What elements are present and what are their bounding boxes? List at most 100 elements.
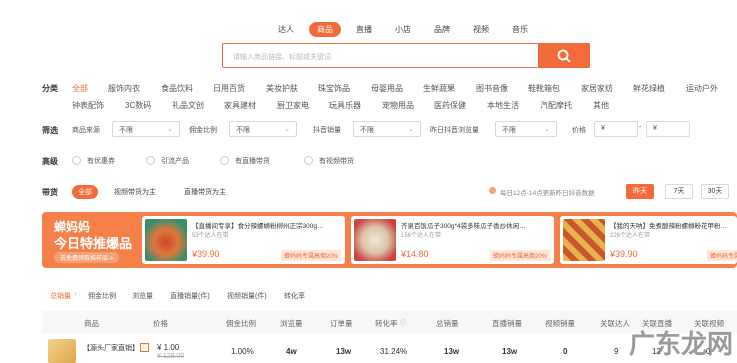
sort-tab-views[interactable]: 浏览量	[132, 291, 153, 301]
col-kol[interactable]: 关联达人	[600, 318, 630, 329]
nav-tab-daren[interactable]: 达人	[270, 22, 302, 37]
advanced-label: 高级	[42, 157, 58, 166]
search-input[interactable]: 请输入商品链接、标题或关键词	[233, 52, 331, 62]
category-all[interactable]: 全部	[72, 83, 88, 94]
category-item[interactable]: 钟表配饰	[72, 100, 104, 111]
cell-commission: 1.00%	[231, 347, 254, 356]
promo-card[interactable]: 齐泉百饭瓜子300g*4袋多味瓜子香炒休闲… 156个达人在带 ¥14.80 蝉…	[351, 216, 554, 264]
category-item[interactable]: 其他	[593, 100, 609, 111]
chevron-down-icon: ⌄	[284, 126, 290, 133]
cell-conversion: 31.24%	[380, 347, 408, 356]
col-live-sales[interactable]: 直播销量	[492, 318, 522, 329]
promo-card-kol-count: 53个达人在带	[192, 233, 229, 239]
product-image	[563, 219, 605, 261]
category-item[interactable]: 家具建材	[224, 100, 256, 111]
promo-card-title: 【我的天呐】免煮酸辣粉螺蛳粉花甲粉…	[610, 223, 727, 230]
nav-tab-music[interactable]: 音乐	[504, 22, 536, 37]
search-icon	[557, 49, 571, 62]
nav-tab-shop[interactable]: 小店	[387, 22, 419, 37]
video-goods-checkbox[interactable]	[304, 156, 313, 165]
price-separator: -	[639, 124, 642, 131]
commission-select[interactable]: 不限 ⌄	[229, 121, 297, 137]
category-item[interactable]: 生鲜蔬果	[423, 83, 455, 94]
cell-total-sales: 13w	[444, 347, 460, 356]
nav-tab-brand[interactable]: 品牌	[426, 22, 458, 37]
douyin-sales-select[interactable]: 不限 ⌄	[353, 121, 421, 137]
category-item[interactable]: 玩具乐器	[329, 100, 361, 111]
col-conversion[interactable]: 转化率	[375, 318, 398, 329]
col-commission[interactable]: 佣金比例	[226, 318, 256, 329]
product-thumbnail[interactable]	[48, 339, 76, 363]
category-item[interactable]: 日用百货	[213, 83, 245, 94]
col-total-sales[interactable]: 总销量	[436, 318, 459, 329]
banner-link[interactable]: 去免费领取推样品 >	[54, 252, 120, 263]
goods-tag-live[interactable]: 直播带货为主	[178, 185, 232, 199]
goods-tag-all[interactable]: 全部	[72, 185, 98, 199]
price-max-input[interactable]: ¥	[646, 121, 690, 137]
nav-tab-video[interactable]: 视频	[465, 22, 497, 37]
category-item[interactable]: 食品饮料	[161, 83, 193, 94]
top-nav: 达人 商品 直播 小店 品牌 视频 音乐	[270, 22, 543, 37]
live-goods-checkbox[interactable]	[220, 156, 229, 165]
promo-card-price: ¥14.80	[401, 249, 429, 259]
source-label: 商品来源	[72, 127, 100, 134]
promo-card-kol-count: 156个达人在带	[401, 233, 442, 239]
category-item[interactable]: 母婴用品	[371, 83, 403, 94]
category-item[interactable]: 服饰内衣	[108, 83, 140, 94]
product-title[interactable]: 【源头厂家直销】德蒙精…	[83, 343, 139, 354]
product-image	[354, 219, 396, 261]
promo-card-price: ¥39.90	[610, 249, 638, 259]
product-original-price: ¥ 129.00	[157, 353, 185, 360]
video-goods-option-label: 有视频带货	[319, 158, 354, 165]
sort-tab-conversion[interactable]: 转化率	[284, 291, 305, 301]
day-7-button[interactable]: 7天	[665, 184, 693, 199]
source-select[interactable]: 不限 ⌄	[112, 121, 180, 137]
promo-card-badge: 蝉妈妈专属高佣20%	[489, 250, 550, 261]
sort-down-icon: ↓	[74, 291, 77, 297]
promo-card[interactable]: 【我的天呐】免煮酸辣粉螺蛳粉花甲粉… 226个达人在带 ¥39.90 蝉妈妈专属…	[560, 216, 737, 264]
category-item[interactable]: 图书音像	[476, 83, 508, 94]
sort-tab-commission[interactable]: 佣金比例	[88, 291, 116, 301]
category-item[interactable]: 鞋靴箱包	[528, 83, 560, 94]
traffic-checkbox[interactable]	[146, 156, 155, 165]
search-button[interactable]	[538, 43, 590, 68]
category-item[interactable]: 汽配摩托	[540, 100, 572, 111]
col-views[interactable]: 浏览量	[280, 318, 303, 329]
category-item[interactable]: 宠物用品	[382, 100, 414, 111]
category-item[interactable]: 珠宝饰品	[318, 83, 350, 94]
category-item[interactable]: 运动户外	[686, 83, 718, 94]
category-item[interactable]: 医药保健	[434, 100, 466, 111]
category-item[interactable]: 家居家纺	[581, 83, 613, 94]
product-price: ¥ 1.00	[157, 343, 180, 352]
price-min-input[interactable]: ¥	[594, 121, 638, 137]
commission-value: 不限	[236, 127, 250, 134]
col-orders[interactable]: 订单量	[330, 318, 353, 329]
help-icon: ⓘ	[400, 321, 407, 327]
day-30-button[interactable]: 30天	[701, 184, 729, 199]
category-item[interactable]: 3C数码	[125, 100, 151, 111]
goods-tag-video[interactable]: 视频带货为主	[108, 185, 162, 199]
sort-tab-total-sales[interactable]: 总销量	[50, 291, 71, 301]
category-item[interactable]: 礼品文创	[172, 100, 204, 111]
promo-card[interactable]: 【直播间专享】食分辣螺蛳粉柳州正宗300g… 53个达人在带 ¥39.90 蝉妈…	[142, 216, 345, 264]
nav-tab-goods[interactable]: 商品	[309, 22, 341, 37]
yesterday-views-select[interactable]: 不限 ⌄	[495, 121, 557, 137]
promo-card-title: 齐泉百饭瓜子300g*4袋多味瓜子香炒休闲…	[401, 223, 526, 230]
sort-tab-video-sales[interactable]: 视频销量(件)	[227, 291, 267, 301]
search-box[interactable]: 请输入商品链接、标题或关键词	[222, 43, 590, 68]
coupon-option-label: 有优惠券	[87, 158, 115, 165]
cell-views: 4w	[286, 347, 297, 356]
promo-card-title: 【直播间专享】食分辣螺蛳粉柳州正宗300g…	[192, 223, 324, 230]
day-yesterday-button[interactable]: 昨天	[626, 184, 654, 199]
yesterday-views-label: 昨日抖音浏览量	[430, 127, 479, 134]
category-item[interactable]: 美妆护肤	[266, 83, 298, 94]
category-item[interactable]: 鲜花绿植	[633, 83, 665, 94]
coupon-checkbox[interactable]	[72, 156, 81, 165]
chevron-down-icon: ⌄	[408, 126, 414, 133]
category-item[interactable]: 厨卫家电	[277, 100, 309, 111]
category-item[interactable]: 本地生活	[487, 100, 519, 111]
nav-tab-live[interactable]: 直播	[348, 22, 380, 37]
sort-tab-live-sales[interactable]: 直播销量(件)	[170, 291, 210, 301]
col-video-sales[interactable]: 视频销量	[545, 318, 575, 329]
promo-banner: 蝉妈妈 今日特推爆品 去免费领取推样品 > 【直播间专享】食分辣螺蛳粉柳州正宗3…	[42, 212, 737, 268]
